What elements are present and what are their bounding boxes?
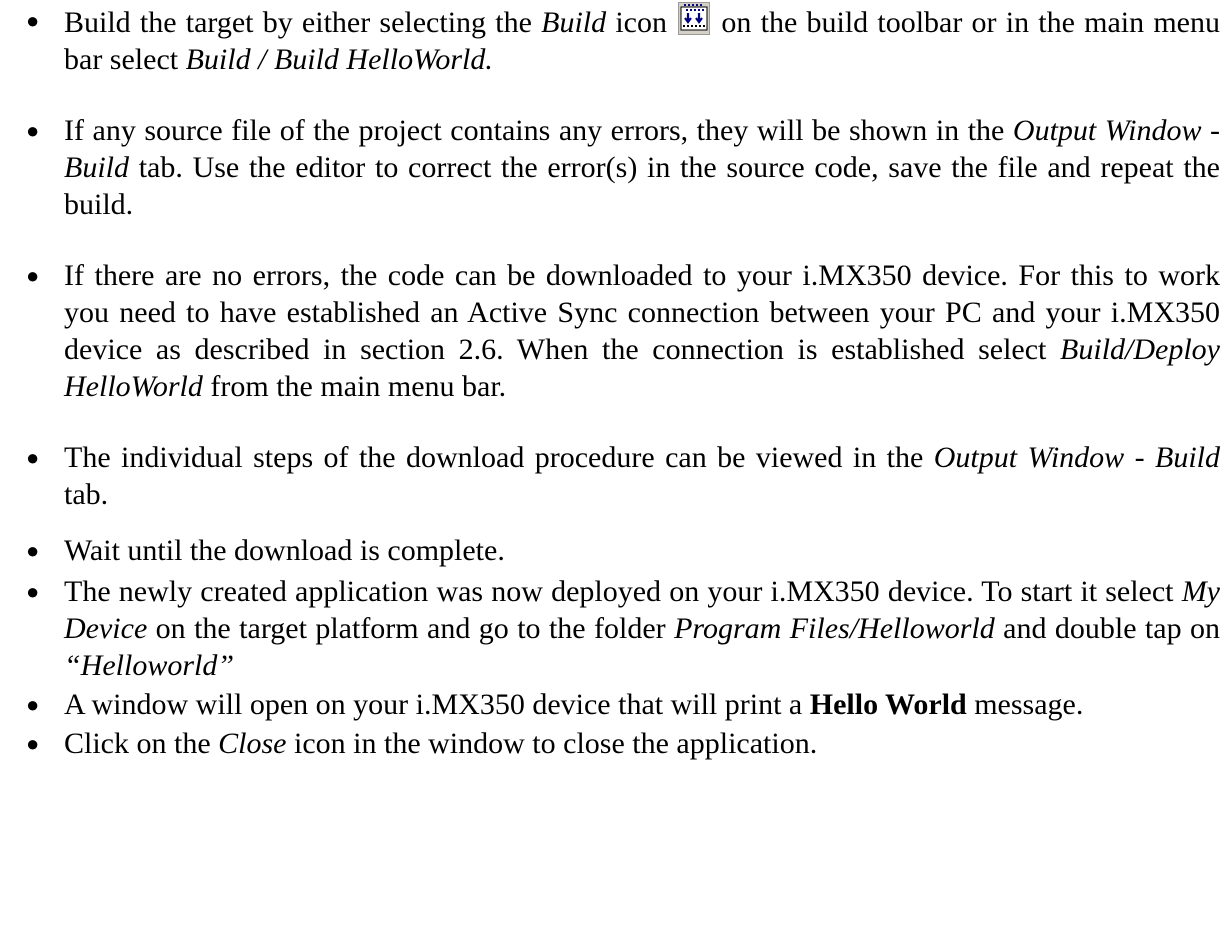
text-run: If any source file of the project contai… [64,114,1013,147]
instruction-list: ● Build the target by either selecting t… [24,2,1220,762]
list-item: ● Wait until the download is complete. [24,532,1220,571]
text-run: Build [1155,441,1220,474]
list-item: ● A window will open on your i.MX350 dev… [24,684,1220,723]
text-run: Wait until the download is complete. [64,534,505,567]
text-run: Click on the [64,727,219,760]
text-run: - [1124,441,1155,474]
bullet-icon: ● [26,445,40,470]
list-item-text: The newly created application was now de… [64,573,1220,684]
list-item-text: If there are no errors, the code can be … [64,257,1220,405]
text-run: message. [966,688,1084,721]
text-run: from the main menu bar. [202,370,507,403]
list-item: ● Click on the Close icon in the window … [24,723,1220,762]
text-run: Build / Build HelloWorld. [185,43,493,76]
text-run: The individual steps of the download pro… [64,441,934,474]
text-run: A window will open on your i.MX350 devic… [64,688,810,721]
text-run: Hello World [809,688,967,721]
list-item-text: If any source file of the project contai… [64,112,1220,223]
text-run: icon [606,6,677,39]
text-run: - [1201,114,1221,147]
text-run: on the target platform and go to the fol… [147,612,675,645]
text-run: Build the target by either selecting the [64,6,542,39]
text-run: Output Window [1012,114,1202,147]
text-run: Program Files/Helloworld [674,612,995,645]
list-item: ● The individual steps of the download p… [24,424,1220,532]
list-item-text: Wait until the download is complete. [64,532,1220,569]
text-run: Output Window [933,441,1125,474]
bullet-icon: ● [26,118,40,143]
list-item: ● The newly created application was now … [24,571,1220,684]
list-item: ● Build the target by either selecting t… [24,2,1220,97]
bullet-icon: ● [26,263,40,288]
bullet-icon: ● [26,731,40,756]
text-run: tab. Use the editor to correct the error… [64,151,1220,221]
text-run: The newly created application was now de… [64,575,1182,608]
bullet-icon: ● [26,579,40,604]
list-item-text: The individual steps of the download pro… [64,439,1220,513]
text-run: If there are no errors, the code can be … [64,259,1220,366]
bullet-icon: ● [26,692,40,717]
text-run: tab. [64,478,109,511]
bullet-icon: ● [26,8,40,33]
text-run: Build [64,151,129,184]
text-run: Close [218,727,287,760]
text-run: Build [541,6,607,39]
list-item-text: Build the target by either selecting the… [64,2,1220,78]
list-item-text: Click on the Close icon in the window to… [64,725,1220,762]
text-run: icon in the window to close the applicat… [286,727,818,760]
list-item-text: A window will open on your i.MX350 devic… [64,686,1220,723]
list-item: ● If there are no errors, the code can b… [24,242,1220,424]
document-page: ● Build the target by either selecting t… [24,2,1220,762]
bullet-icon: ● [26,538,40,563]
text-run: and double tap on [994,612,1221,645]
list-item: ● If any source file of the project cont… [24,97,1220,242]
build-icon [678,2,711,35]
text-run: “Helloworld” [64,649,235,682]
